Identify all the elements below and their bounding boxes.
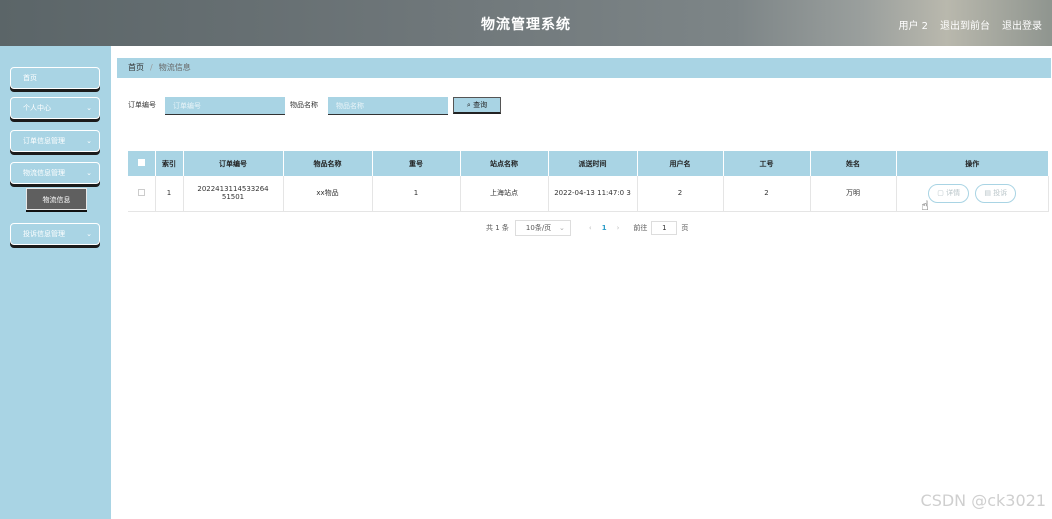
column-header: 索引: [155, 151, 184, 176]
search-button[interactable]: ⌕ 查询: [453, 97, 501, 114]
order-no-input[interactable]: [165, 97, 285, 115]
sidebar-item-label: 首页: [23, 74, 37, 82]
column-header: 物品名称: [283, 151, 373, 176]
sidebar-item-personal[interactable]: 个人中心 ⌄: [10, 97, 100, 119]
cell-time: 2022-04-13 11:47:0 3: [548, 176, 638, 212]
table-header-row: 索引 订单编号 物品名称 重号 站点名称 派送时间 用户名 工号 姓名 操作: [128, 151, 1049, 176]
chevron-down-icon: ⌄: [86, 137, 92, 145]
sidebar-item-orders[interactable]: 订单信息管理 ⌄: [10, 130, 100, 152]
document-icon: ▢: [937, 188, 947, 197]
complain-button[interactable]: ▤ 投诉: [975, 183, 1017, 203]
cell-worker-no: 2: [723, 176, 811, 212]
cell-station: 上海站点: [460, 176, 549, 212]
user-link[interactable]: 用户 2: [898, 17, 928, 32]
breadcrumb-separator: /: [150, 63, 153, 72]
document-icon: ▤: [984, 188, 994, 197]
column-header: 站点名称: [460, 151, 549, 176]
column-header: 操作: [896, 151, 1049, 176]
breadcrumb: 首页 / 物流信息: [117, 58, 1051, 78]
pagination: 共 1 条 10条/页 ⌄ ‹ 1 › 前往 1 页: [486, 220, 688, 236]
chevron-down-icon: ⌄: [86, 104, 92, 112]
hand-cursor-icon: ☝: [921, 199, 929, 214]
header-links: 用户 2 退出到前台 退出登录: [898, 17, 1042, 32]
select-all-column[interactable]: [128, 151, 156, 176]
sidebar-subitem-logistics-info[interactable]: 物流信息: [26, 188, 87, 210]
sidebar-item-label: 物流信息管理: [23, 169, 65, 177]
cell-num: 1: [372, 176, 461, 212]
watermark: CSDN @ck3021: [920, 491, 1046, 510]
column-header: 姓名: [810, 151, 897, 176]
goto-label: 前往: [633, 224, 648, 232]
cell-index: 1: [155, 176, 184, 212]
chevron-down-icon: ⌄: [86, 230, 92, 238]
sidebar-item-logistics[interactable]: 物流信息管理 ⌄: [10, 162, 100, 184]
logout-link[interactable]: 退出登录: [1002, 17, 1042, 32]
detail-button[interactable]: ▢ 详情: [928, 183, 970, 203]
page-size-select[interactable]: 10条/页 ⌄: [514, 220, 571, 236]
top-header: 物流管理系统 用户 2 退出到前台 退出登录: [0, 0, 1052, 46]
app-title: 物流管理系统: [481, 17, 571, 33]
chevron-down-icon: ⌄: [559, 224, 565, 232]
goods-name-input[interactable]: [328, 97, 448, 115]
sidebar-item-complaints[interactable]: 投诉信息管理 ⌄: [10, 223, 100, 245]
select-all-checkbox[interactable]: [137, 159, 145, 166]
column-header: 重号: [372, 151, 461, 176]
next-page-button[interactable]: ›: [617, 224, 620, 232]
prev-page-button[interactable]: ‹: [589, 224, 592, 232]
back-to-front-link[interactable]: 退出到前台: [940, 17, 990, 32]
sidebar-item-home[interactable]: 首页: [10, 67, 100, 89]
sidebar: 首页 个人中心 ⌄ 订单信息管理 ⌄ 物流信息管理 ⌄ 物流信息 投诉信息管理 …: [0, 46, 111, 519]
cell-order-no: 2022413114533264 51501: [183, 176, 284, 212]
cell-username: 2: [637, 176, 724, 212]
column-header: 用户名: [637, 151, 724, 176]
goods-name-label: 物品名称: [290, 101, 318, 109]
cell-name: 万明: [810, 176, 897, 212]
breadcrumb-home[interactable]: 首页: [128, 63, 144, 72]
chevron-down-icon: ⌄: [86, 169, 92, 177]
total-count: 共 1 条: [486, 224, 509, 232]
cell-actions: ▢ 详情 ▤ 投诉: [896, 176, 1049, 212]
goto-page-input[interactable]: 1: [651, 221, 678, 235]
row-checkbox[interactable]: [137, 188, 145, 196]
search-icon: ⌕: [466, 101, 471, 109]
current-page-number[interactable]: 1: [602, 224, 607, 232]
row-select-cell[interactable]: [128, 176, 156, 212]
sidebar-item-label: 个人中心: [23, 104, 51, 112]
order-no-label: 订单编号: [128, 101, 156, 109]
detail-button-label: 详情: [946, 188, 961, 197]
cell-goods: xx物品: [283, 176, 373, 212]
sidebar-item-label: 投诉信息管理: [23, 230, 65, 238]
column-header: 派送时间: [548, 151, 638, 176]
column-header: 工号: [723, 151, 811, 176]
table-row: 1 2022413114533264 51501 xx物品 1 上海站点 202…: [128, 176, 1049, 212]
sidebar-item-label: 订单信息管理: [23, 137, 65, 145]
column-header: 订单编号: [183, 151, 284, 176]
page-size-value: 10条/页: [525, 224, 552, 232]
search-button-label: 查询: [473, 101, 488, 109]
logistics-table: 索引 订单编号 物品名称 重号 站点名称 派送时间 用户名 工号 姓名 操作 1…: [128, 151, 1049, 212]
page-suffix: 页: [681, 224, 689, 232]
complain-button-label: 投诉: [993, 188, 1008, 197]
breadcrumb-current: 物流信息: [158, 63, 191, 72]
